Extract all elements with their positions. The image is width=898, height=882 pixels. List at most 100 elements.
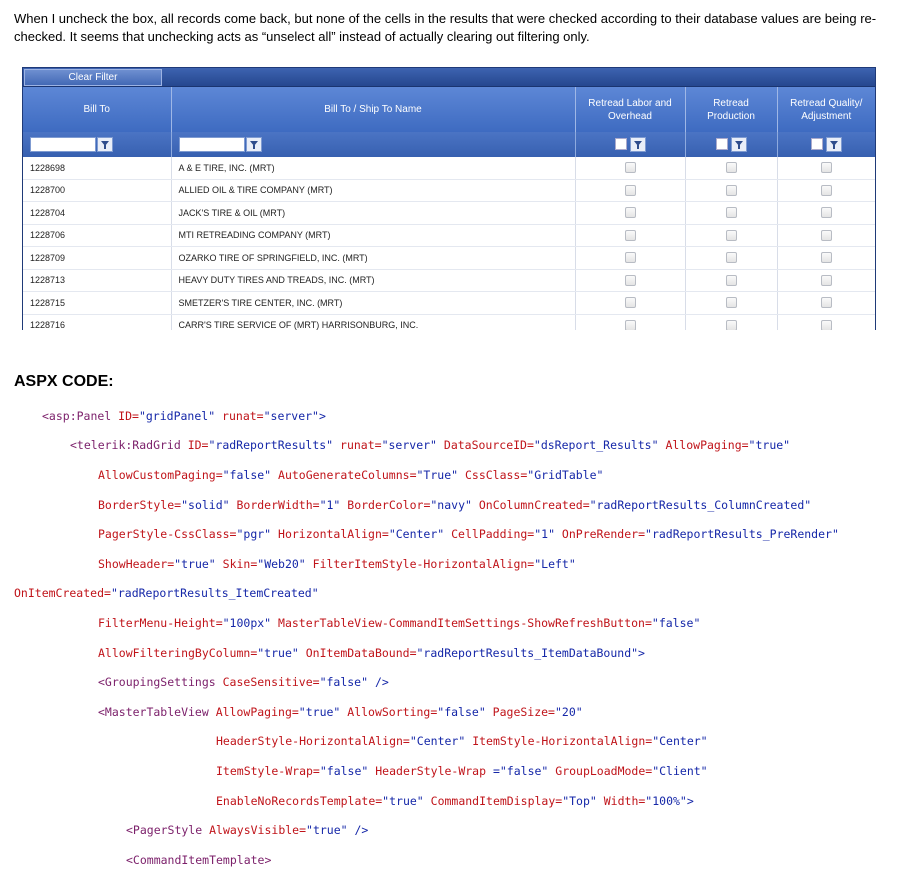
table-row: 1228716 CARR'S TIRE SERVICE OF (MRT) HARR… (23, 314, 875, 330)
column-header-quality[interactable]: Retread Quality/ Adjustment (776, 87, 875, 132)
code-line: <asp:Panel ID="gridPanel" runat="server"… (42, 408, 326, 423)
cell-bill-to: 1228698 (23, 157, 171, 180)
filter-icon[interactable] (825, 136, 842, 152)
code-block: <asp:Panel ID="gridPanel" runat="server"… (14, 394, 839, 882)
row-checkbox[interactable] (624, 162, 636, 174)
filter-input-name[interactable] (178, 136, 245, 152)
row-checkbox[interactable] (725, 229, 737, 241)
code-line: PagerStyle-CssClass="pgr" HorizontalAlig… (98, 527, 839, 542)
row-checkbox[interactable] (725, 319, 737, 330)
cell-checkbox (776, 246, 875, 270)
row-checkbox[interactable] (725, 252, 737, 264)
cell-bill-to: 1228706 (23, 224, 171, 247)
code-line: <CommandItemTemplate> (126, 852, 272, 867)
row-checkbox[interactable] (624, 229, 636, 241)
code-line: ShowHeader="true" Skin="Web20" FilterIte… (98, 556, 576, 571)
code-line: FilterMenu-Height="100px" MasterTableVie… (98, 615, 701, 630)
code-line: ItemStyle-Wrap="false" HeaderStyle-Wrap … (216, 763, 708, 778)
cell-checkbox (684, 246, 777, 270)
column-header-labor[interactable]: Retread Labor and Overhead (574, 87, 685, 132)
command-item-bar: Clear Filter (23, 68, 875, 87)
row-checkbox[interactable] (820, 252, 832, 264)
grid-body: 1228698 A & E TIRE, INC. (MRT) 1228700 ALLI… (23, 157, 875, 330)
filter-cell-production (684, 132, 777, 157)
code-line: OnItemCreated="radReportResults_ItemCrea… (14, 586, 319, 601)
results-table: Bill To Bill To / Ship To Name Retread L… (23, 87, 875, 330)
cell-checkbox (776, 224, 875, 247)
cell-checkbox (574, 314, 685, 330)
cell-checkbox (684, 291, 777, 315)
cell-checkbox (574, 224, 685, 247)
row-checkbox[interactable] (624, 274, 636, 286)
filter-cell-bill-to (23, 132, 171, 157)
code-line: <telerik:RadGrid ID="radReportResults" r… (70, 438, 791, 453)
row-checkbox[interactable] (624, 207, 636, 219)
cell-checkbox (574, 246, 685, 270)
row-checkbox[interactable] (725, 207, 737, 219)
code-line: AllowCustomPaging="false" AutoGenerateCo… (98, 467, 604, 482)
cell-bill-to: 1228716 (23, 314, 171, 330)
row-checkbox[interactable] (820, 162, 832, 174)
row-checkbox[interactable] (820, 274, 832, 286)
row-checkbox[interactable] (725, 184, 737, 196)
table-row: 1228715 SMETZER'S TIRE CENTER, INC. (MRT) (23, 291, 875, 315)
cell-checkbox (684, 201, 777, 225)
cell-checkbox (776, 269, 875, 292)
row-checkbox[interactable] (820, 184, 832, 196)
cell-checkbox (684, 179, 777, 202)
row-checkbox[interactable] (820, 319, 832, 330)
cell-checkbox (574, 157, 685, 180)
column-header-production[interactable]: Retread Production (684, 87, 777, 132)
filter-row (23, 132, 875, 157)
cell-name: A & E TIRE, INC. (MRT) (170, 157, 575, 180)
filter-icon[interactable] (245, 136, 262, 152)
cell-checkbox (684, 157, 777, 180)
cell-name: CARR'S TIRE SERVICE OF (MRT) HARRISONBUR… (170, 314, 575, 330)
row-checkbox[interactable] (820, 297, 832, 309)
row-checkbox[interactable] (624, 184, 636, 196)
cell-checkbox (574, 179, 685, 202)
filter-cell-labor (574, 132, 685, 157)
column-header-name[interactable]: Bill To / Ship To Name (170, 87, 575, 132)
table-row: 1228706 MTI RETREADING COMPANY (MRT) (23, 224, 875, 247)
filter-icon[interactable] (97, 136, 113, 152)
row-checkbox[interactable] (820, 207, 832, 219)
row-checkbox[interactable] (624, 319, 636, 330)
filter-icon[interactable] (730, 136, 747, 152)
filter-checkbox[interactable] (715, 138, 728, 151)
filter-cell-name (170, 132, 575, 157)
filter-checkbox[interactable] (810, 138, 823, 151)
cell-bill-to: 1228709 (23, 246, 171, 270)
cell-checkbox (776, 179, 875, 202)
table-row: 1228698 A & E TIRE, INC. (MRT) (23, 157, 875, 180)
cell-checkbox (574, 269, 685, 292)
row-checkbox[interactable] (725, 297, 737, 309)
cell-checkbox (776, 201, 875, 225)
cell-bill-to: 1228704 (23, 201, 171, 225)
cell-checkbox (574, 291, 685, 315)
code-line: <PagerStyle AlwaysVisible="true" /> (126, 823, 369, 838)
row-checkbox[interactable] (725, 274, 737, 286)
code-line: BorderStyle="solid" BorderWidth="1" Bord… (98, 497, 812, 512)
cell-name: HEAVY DUTY TIRES AND TREADS, INC. (MRT) (170, 269, 575, 292)
cell-checkbox (684, 314, 777, 330)
filter-checkbox[interactable] (614, 138, 627, 151)
header-row: Bill To Bill To / Ship To Name Retread L… (23, 87, 875, 132)
cell-name: ALLIED OIL & TIRE COMPANY (MRT) (170, 179, 575, 202)
cell-bill-to: 1228713 (23, 269, 171, 292)
intro-paragraph: When I uncheck the box, all records come… (14, 11, 877, 44)
row-checkbox[interactable] (725, 162, 737, 174)
aspx-code-heading: ASPX CODE: (14, 373, 114, 390)
column-header-bill-to[interactable]: Bill To (23, 87, 171, 132)
row-checkbox[interactable] (624, 297, 636, 309)
filter-input-bill-to[interactable] (30, 136, 96, 152)
code-line: AllowFilteringByColumn="true" OnItemData… (98, 645, 645, 660)
row-checkbox[interactable] (624, 252, 636, 264)
filter-icon[interactable] (629, 136, 646, 152)
code-line: EnableNoRecordsTemplate="true" CommandIt… (216, 793, 694, 808)
table-row: 1228704 JACK'S TIRE & OIL (MRT) (23, 201, 875, 225)
row-checkbox[interactable] (820, 229, 832, 241)
cell-checkbox (776, 157, 875, 180)
clear-filter-button[interactable]: Clear Filter (24, 69, 162, 86)
cell-bill-to: 1228700 (23, 179, 171, 202)
